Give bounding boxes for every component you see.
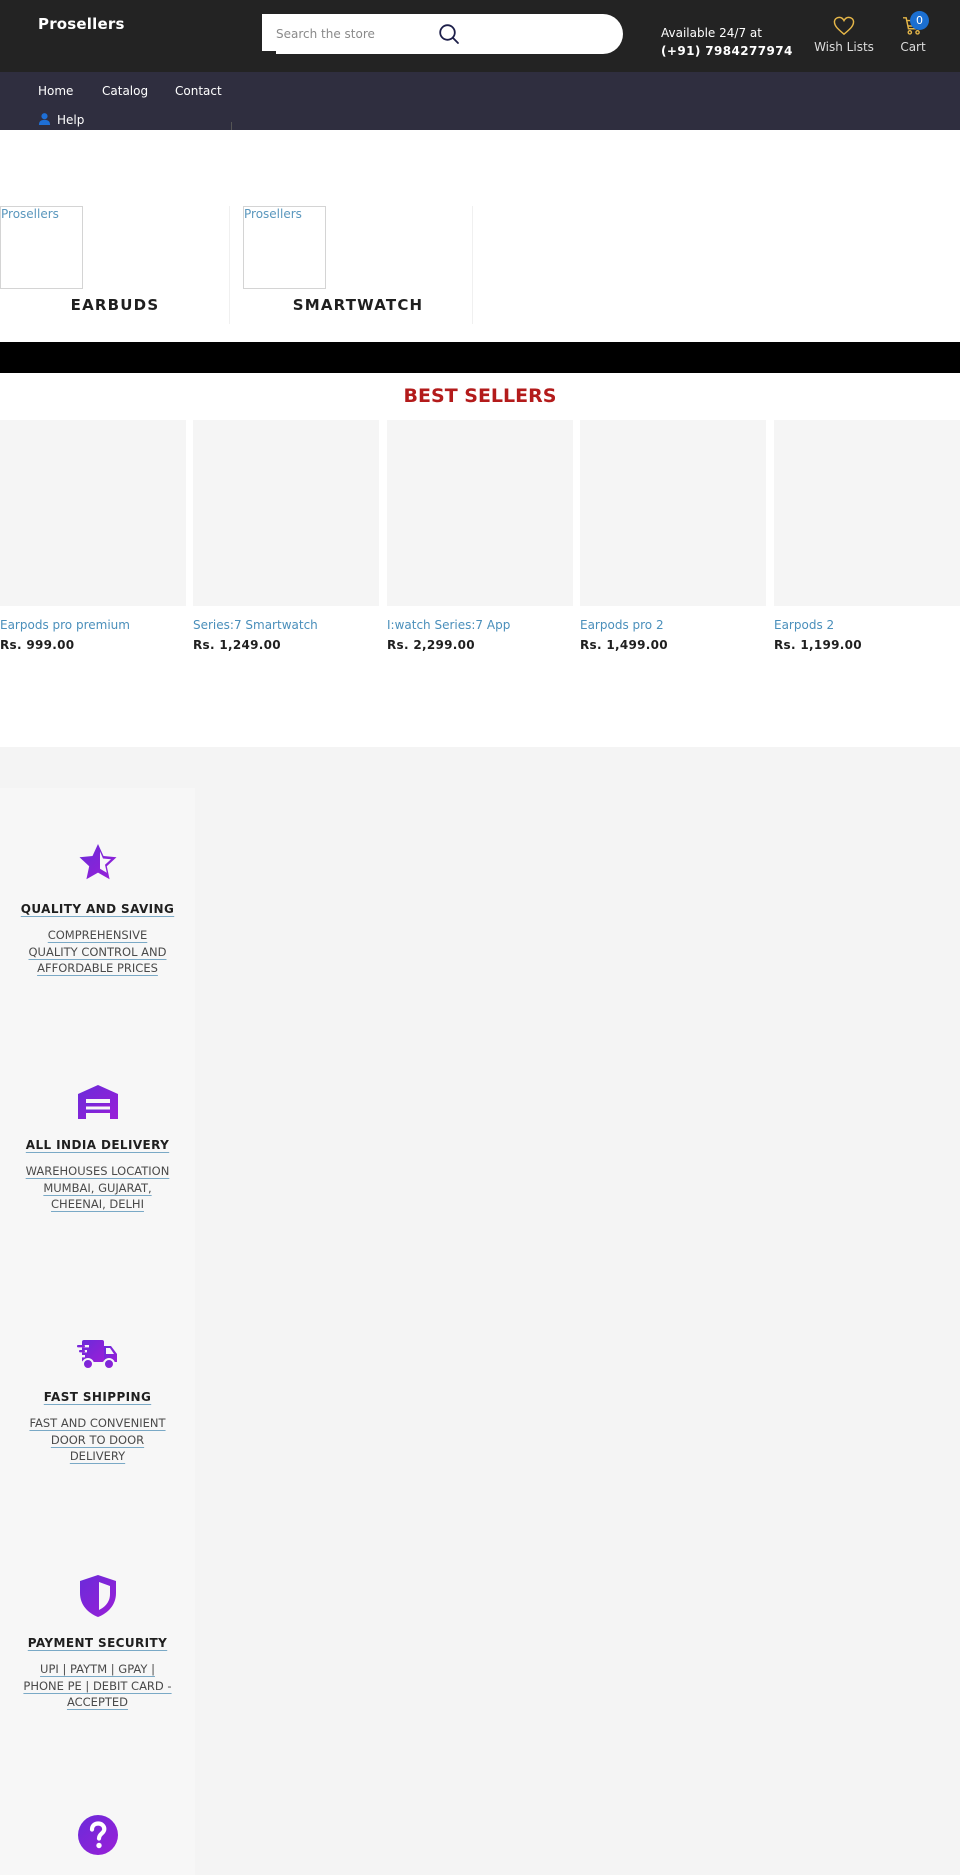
feature-title[interactable]: QUALITY AND SAVING: [21, 902, 174, 916]
help-label: Help: [57, 113, 85, 127]
feature-title[interactable]: PAYMENT SECURITY: [28, 1636, 167, 1650]
wishlist-label: Wish Lists: [814, 40, 874, 54]
warehouse-icon: [0, 1084, 195, 1124]
category-divider: [229, 206, 230, 324]
question-circle-icon[interactable]: [0, 1814, 195, 1860]
main-navigation: Home Catalog Contact Help: [0, 72, 960, 130]
product-name[interactable]: I:watch Series:7 App: [387, 618, 573, 632]
top-header: Prosellers Available 24/7 at (+91) 79842…: [0, 0, 960, 72]
best-sellers-title: BEST SELLERS: [403, 385, 557, 407]
nav-catalog[interactable]: Catalog: [102, 84, 148, 98]
search-input[interactable]: [276, 14, 546, 54]
category-image[interactable]: Prosellers: [243, 206, 326, 289]
nav-contact[interactable]: Contact: [175, 84, 222, 98]
product-card: Earpods pro 2 Rs. 1,499.00: [580, 420, 766, 652]
product-card: Earpods 2 Rs. 1,199.00: [774, 420, 960, 652]
shield-icon: [0, 1574, 195, 1622]
store-logo[interactable]: Prosellers: [38, 15, 125, 33]
cart-button[interactable]: 0 Cart: [896, 11, 930, 54]
heart-icon: [813, 16, 875, 36]
feature-delivery: ALL INDIA DELIVERY WAREHOUSES LOCATION M…: [0, 1084, 195, 1213]
search-icon[interactable]: [438, 23, 460, 45]
feature-description[interactable]: COMPREHENSIVE QUALITY CONTROL AND AFFORD…: [23, 927, 173, 977]
product-price: Rs. 2,299.00: [387, 638, 475, 652]
cart-count-badge: 0: [910, 11, 929, 30]
feature-help: [0, 1814, 195, 1860]
product-name[interactable]: Earpods pro 2: [580, 618, 766, 632]
wishlist-button[interactable]: Wish Lists: [813, 16, 875, 54]
category-divider: [472, 206, 473, 324]
nav-home[interactable]: Home: [38, 84, 73, 98]
phone-number[interactable]: (+91) 7984277974: [661, 42, 793, 60]
product-name[interactable]: Series:7 Smartwatch: [193, 618, 379, 632]
product-price: Rs. 999.00: [0, 638, 75, 652]
availability-label: Available 24/7 at: [661, 26, 762, 40]
product-name[interactable]: Earpods pro premium: [0, 618, 186, 632]
feature-description[interactable]: WAREHOUSES LOCATION MUMBAI, GUJARAT, CHE…: [23, 1163, 173, 1213]
star-half-icon: [0, 842, 195, 888]
truck-fast-icon: [0, 1338, 195, 1376]
feature-description[interactable]: FAST AND CONVENIENT DOOR TO DOOR DELIVER…: [23, 1415, 173, 1465]
product-card: Earpods pro premium Rs. 999.00: [0, 420, 186, 652]
category-title[interactable]: EARBUDS: [0, 296, 230, 314]
product-image[interactable]: [387, 420, 573, 606]
features-column: QUALITY AND SAVING COMPREHENSIVE QUALITY…: [0, 788, 195, 1875]
category-title[interactable]: SMARTWATCH: [243, 296, 473, 314]
nav-help[interactable]: Help: [38, 112, 84, 128]
product-image[interactable]: [0, 420, 186, 606]
feature-quality: QUALITY AND SAVING COMPREHENSIVE QUALITY…: [0, 842, 195, 977]
product-image[interactable]: [580, 420, 766, 606]
product-image[interactable]: [774, 420, 960, 606]
category-card-earbuds: Prosellers EARBUDS: [0, 206, 230, 324]
product-price: Rs. 1,249.00: [193, 638, 281, 652]
product-card: I:watch Series:7 App Rs. 2,299.00: [387, 420, 573, 652]
cart-label: Cart: [900, 40, 926, 54]
feature-payment: PAYMENT SECURITY UPI | PAYTM | GPAY | PH…: [0, 1574, 195, 1711]
category-image[interactable]: Prosellers: [0, 206, 83, 289]
support-agent-icon: [38, 112, 51, 128]
product-image[interactable]: [193, 420, 379, 606]
feature-shipping: FAST SHIPPING FAST AND CONVENIENT DOOR T…: [0, 1338, 195, 1465]
product-name[interactable]: Earpods 2: [774, 618, 960, 632]
product-price: Rs. 1,499.00: [580, 638, 668, 652]
feature-title[interactable]: FAST SHIPPING: [44, 1390, 151, 1404]
feature-title[interactable]: ALL INDIA DELIVERY: [26, 1138, 169, 1152]
category-card-smartwatch: Prosellers SMARTWATCH: [243, 206, 473, 324]
product-price: Rs. 1,199.00: [774, 638, 862, 652]
product-card: Series:7 Smartwatch Rs. 1,249.00: [193, 420, 379, 652]
banner-strip: [0, 342, 960, 373]
feature-description[interactable]: UPI | PAYTM | GPAY | PHONE PE | DEBIT CA…: [23, 1661, 173, 1711]
search-bar: [262, 14, 623, 54]
availability-info: Available 24/7 at (+91) 7984277974: [661, 24, 793, 60]
